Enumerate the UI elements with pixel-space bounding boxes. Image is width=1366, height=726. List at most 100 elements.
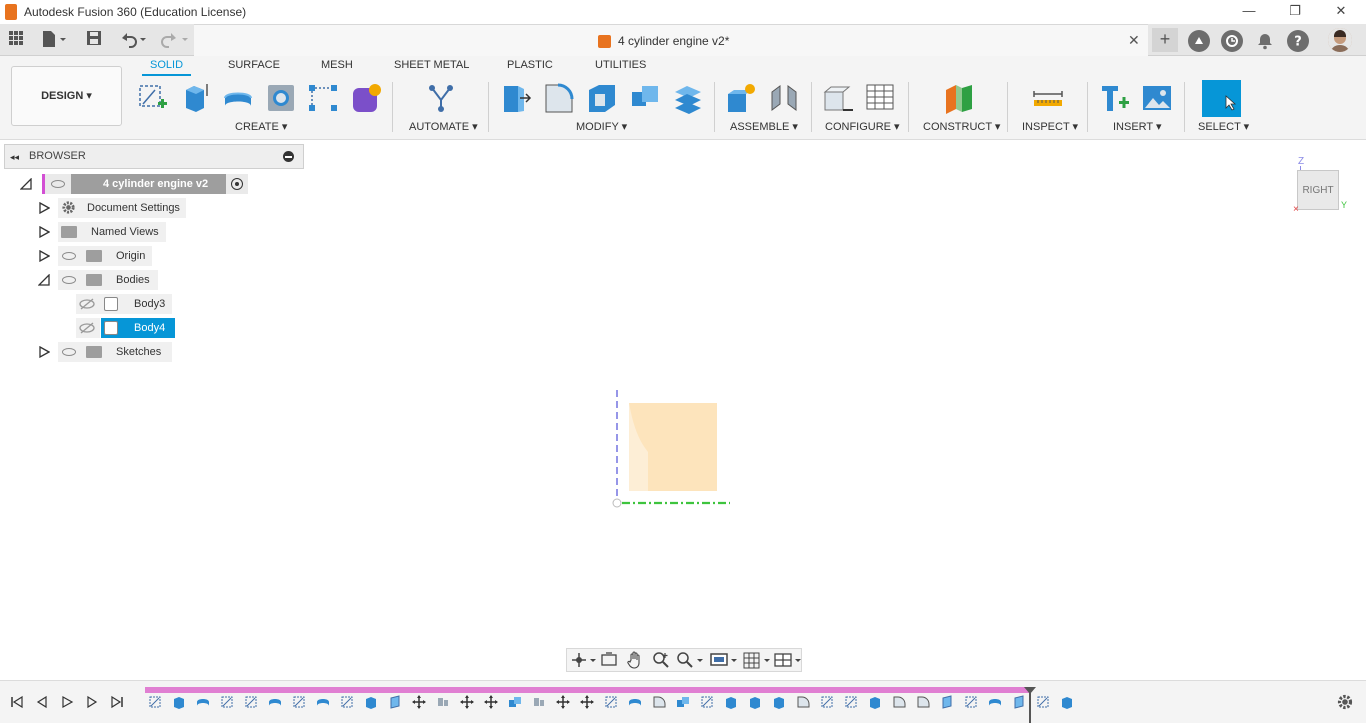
minimize-button[interactable]: —: [1234, 2, 1264, 22]
minimize-browser-icon[interactable]: [283, 151, 294, 162]
timeline-feature-joint-icon[interactable]: [532, 695, 546, 709]
visibility-eye-icon[interactable]: [62, 252, 76, 260]
timeline-feature-combine-icon[interactable]: [508, 695, 522, 709]
timeline-feature-move-icon[interactable]: [580, 695, 594, 709]
offset-plane-icon[interactable]: [943, 82, 975, 114]
fillet-icon[interactable]: [543, 82, 575, 114]
activate-component-icon[interactable]: [231, 178, 243, 190]
new-component-icon[interactable]: [725, 82, 757, 114]
close-tab-button[interactable]: ✕: [1128, 32, 1140, 49]
timeline-feature-fillet-icon[interactable]: [796, 695, 810, 709]
timeline-feature-plane-icon[interactable]: [940, 695, 954, 709]
user-avatar[interactable]: [1328, 28, 1352, 52]
timeline-feature-extrude-icon[interactable]: [748, 695, 762, 709]
revolve-icon[interactable]: [222, 82, 254, 114]
timeline-feature-joint-icon[interactable]: [436, 695, 450, 709]
tab-sheet-metal[interactable]: SHEET METAL: [394, 59, 469, 71]
timeline-feature-extrude-icon[interactable]: [724, 695, 738, 709]
timeline-feature-sketch-icon[interactable]: [964, 695, 978, 709]
expand-icon[interactable]: [38, 345, 51, 359]
fit-zoom-window-icon[interactable]: [675, 651, 705, 669]
timeline-feature-extrude-icon[interactable]: [172, 695, 186, 709]
timeline-track[interactable]: [145, 687, 1030, 693]
viewports-icon[interactable]: [773, 651, 803, 669]
hidden-eye-icon[interactable]: [79, 321, 95, 342]
pan-hand-icon[interactable]: [625, 651, 645, 669]
browser-item-body4-eye-cell[interactable]: [76, 318, 100, 338]
tab-utilities[interactable]: UTILITIES: [595, 59, 646, 71]
expand-icon[interactable]: [38, 201, 51, 215]
close-window-button[interactable]: ✕: [1326, 2, 1356, 22]
timeline-feature-sketch-icon[interactable]: [148, 695, 162, 709]
display-settings-icon[interactable]: [709, 651, 739, 669]
timeline-feature-fillet-icon[interactable]: [892, 695, 906, 709]
data-panel-grid-icon[interactable]: [5, 30, 27, 50]
expand-root-icon[interactable]: [19, 177, 32, 190]
tab-mesh[interactable]: MESH: [321, 59, 353, 71]
browser-header[interactable]: ◂◂ BROWSER: [4, 144, 304, 169]
hole-icon[interactable]: [265, 82, 297, 114]
save-icon[interactable]: [83, 30, 105, 50]
redo-icon[interactable]: [158, 30, 192, 50]
timeline-feature-extrude-icon[interactable]: [772, 695, 786, 709]
browser-item-sketches[interactable]: Sketches: [58, 342, 172, 362]
shell-icon[interactable]: [586, 82, 618, 114]
collapse-icon[interactable]: [37, 273, 50, 286]
timeline-feature-sketch-icon[interactable]: [844, 695, 858, 709]
combine-icon[interactable]: [629, 82, 661, 114]
browser-item-document-settings[interactable]: Document Settings: [58, 198, 186, 218]
timeline-feature-sketch-icon[interactable]: [604, 695, 618, 709]
timeline-settings-gear-icon[interactable]: [1336, 693, 1354, 711]
viewcube[interactable]: RIGHT: [1297, 170, 1339, 210]
timeline-first-icon[interactable]: [10, 695, 24, 712]
look-at-icon[interactable]: [599, 651, 619, 669]
timeline-feature-move-icon[interactable]: [556, 695, 570, 709]
visibility-eye-icon[interactable]: [62, 276, 76, 284]
timeline-feature-move-icon[interactable]: [460, 695, 474, 709]
document-tab[interactable]: 4 cylinder engine v2* ✕: [194, 24, 1148, 56]
timeline-feature-revolve-icon[interactable]: [988, 695, 1002, 709]
timeline-feature-sketch-icon[interactable]: [292, 695, 306, 709]
insert-image-icon[interactable]: [1141, 82, 1173, 114]
measure-icon[interactable]: [1032, 82, 1064, 114]
timeline-feature-extrude-icon[interactable]: [1060, 695, 1074, 709]
construct-menu[interactable]: CONSTRUCT ▾: [923, 120, 1000, 133]
hidden-eye-icon[interactable]: [79, 297, 95, 318]
undo-icon[interactable]: [116, 30, 150, 50]
automate-icon[interactable]: [425, 82, 457, 114]
timeline-feature-extrude-icon[interactable]: [868, 695, 882, 709]
press-pull-icon[interactable]: [500, 82, 532, 114]
timeline-feature-sketch-icon[interactable]: [220, 695, 234, 709]
timeline-feature-fillet-icon[interactable]: [652, 695, 666, 709]
create-menu[interactable]: CREATE ▾: [235, 120, 287, 133]
grid-snaps-icon[interactable]: [742, 651, 772, 669]
configure-design-icon[interactable]: [822, 82, 854, 114]
timeline-feature-move-icon[interactable]: [484, 695, 498, 709]
pattern-icon[interactable]: [307, 82, 339, 114]
joint-icon[interactable]: [768, 82, 800, 114]
timeline-feature-fillet-icon[interactable]: [916, 695, 930, 709]
new-tab-button[interactable]: +: [1152, 28, 1178, 52]
configure-menu[interactable]: CONFIGURE ▾: [825, 120, 900, 133]
timeline-feature-plane-icon[interactable]: [388, 695, 402, 709]
select-tool-button[interactable]: [1202, 80, 1241, 117]
timeline-marker-handle[interactable]: [1024, 687, 1036, 723]
timeline-feature-sketch-icon[interactable]: [340, 695, 354, 709]
inspect-menu[interactable]: INSPECT ▾: [1022, 120, 1078, 133]
timeline-feature-extrude-icon[interactable]: [364, 695, 378, 709]
restore-button[interactable]: ❐: [1280, 2, 1310, 22]
automate-menu[interactable]: AUTOMATE ▾: [409, 120, 478, 133]
insert-menu[interactable]: INSERT ▾: [1113, 120, 1162, 133]
timeline-feature-move-icon[interactable]: [412, 695, 426, 709]
timeline-feature-revolve-icon[interactable]: [316, 695, 330, 709]
zoom-icon[interactable]: [651, 651, 671, 669]
timeline-previous-icon[interactable]: [35, 695, 49, 712]
workspace-switcher-button[interactable]: DESIGN ▾: [11, 66, 122, 126]
timeline-feature-revolve-icon[interactable]: [628, 695, 642, 709]
visibility-eye-icon[interactable]: [62, 348, 76, 356]
timeline-feature-revolve-icon[interactable]: [268, 695, 282, 709]
browser-item-body3[interactable]: Body3: [76, 294, 172, 314]
timeline-play-icon[interactable]: [60, 695, 74, 712]
timeline-feature-sketch-icon[interactable]: [700, 695, 714, 709]
browser-item-named-views[interactable]: Named Views: [58, 222, 166, 242]
